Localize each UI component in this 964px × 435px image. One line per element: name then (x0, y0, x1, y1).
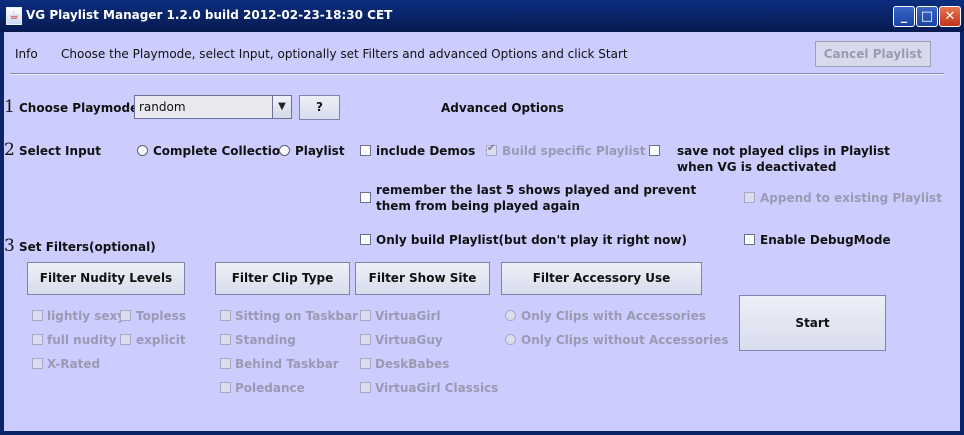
app-window: ☕ VG Playlist Manager 1.2.0 build 2012-0… (0, 0, 964, 435)
filter-show-site-button[interactable]: Filter Show Site (355, 262, 490, 295)
nudity-x-rated-checkbox[interactable] (32, 358, 43, 369)
info-text: Choose the Playmode, select Input, optio… (61, 47, 628, 61)
radio-complete-collection-label: Complete Collection (153, 144, 289, 158)
step-2-number: 2 (4, 140, 15, 160)
window-title: VG Playlist Manager 1.2.0 build 2012-02-… (26, 8, 393, 22)
accessory-with-label: Only Clips with Accessories (521, 309, 706, 323)
maximize-button[interactable]: □ (916, 6, 938, 27)
accessory-without-radio[interactable] (505, 334, 516, 345)
java-app-icon: ☕ (6, 7, 22, 25)
build-specific-playlist-checkbox[interactable] (486, 143, 497, 156)
nudity-topless-label: Topless (136, 309, 186, 323)
advanced-options-label: Advanced Options (441, 101, 564, 115)
info-label: Info (15, 47, 38, 61)
radio-playlist[interactable] (279, 145, 290, 156)
chevron-down-icon[interactable]: ▼ (272, 96, 291, 118)
save-not-played-checkbox[interactable] (649, 145, 660, 156)
enable-debug-label: Enable DebugMode (760, 233, 891, 247)
nudity-lightly-sexy-label: lightly sexy (47, 309, 126, 323)
show-site-virtuagirl-label: VirtuaGirl (375, 309, 441, 323)
remember-last-shows-checkbox[interactable] (360, 192, 371, 203)
step-1-number: 1 (4, 97, 15, 117)
step-3-number: 3 (4, 236, 15, 256)
main-panel: Info Choose the Playmode, select Input, … (4, 32, 960, 431)
append-existing-label: Append to existing Playlist (760, 191, 942, 205)
clip-type-standing-label: Standing (235, 333, 296, 347)
select-input-label: Select Input (19, 144, 101, 158)
show-site-virtuagirl-checkbox[interactable] (360, 310, 371, 321)
accessory-with-radio[interactable] (505, 310, 516, 321)
remember-last-shows-label-line2: them from being played again (376, 199, 580, 213)
nudity-explicit-checkbox[interactable] (120, 334, 131, 345)
radio-complete-collection[interactable] (137, 145, 148, 156)
save-not-played-label-line2: when VG is deactivated (677, 160, 837, 174)
save-not-played-label-line1: save not played clips in Playlist (677, 144, 890, 158)
filter-nudity-levels-button[interactable]: Filter Nudity Levels (27, 262, 185, 295)
show-site-virtuagirl-classics-label: VirtuaGirl Classics (375, 381, 499, 395)
show-site-virtuaguy-checkbox[interactable] (360, 334, 371, 345)
show-site-deskbabes-label: DeskBabes (375, 357, 450, 371)
clip-type-poledance-label: Poledance (235, 381, 305, 395)
start-button[interactable]: Start (739, 295, 886, 351)
enable-debug-checkbox[interactable] (744, 234, 755, 245)
nudity-x-rated-label: X-Rated (47, 357, 101, 371)
remember-last-shows-label-line1: remember the last 5 shows played and pre… (376, 183, 697, 197)
accessory-without-label: Only Clips without Accessories (521, 333, 729, 347)
show-site-virtuagirl-classics-checkbox[interactable] (360, 382, 371, 393)
clip-type-poledance-checkbox[interactable] (220, 382, 231, 393)
filter-accessory-use-button[interactable]: Filter Accessory Use (501, 262, 702, 295)
only-build-playlist-checkbox[interactable] (360, 234, 371, 245)
radio-playlist-label: Playlist (295, 144, 345, 158)
clip-type-behind-taskbar-label: Behind Taskbar (235, 357, 339, 371)
playmode-value: random (139, 100, 186, 114)
playmode-help-button[interactable]: ? (299, 95, 340, 120)
show-site-virtuaguy-label: VirtuaGuy (375, 333, 443, 347)
clip-type-behind-taskbar-checkbox[interactable] (220, 358, 231, 369)
nudity-topless-checkbox[interactable] (120, 310, 131, 321)
filter-clip-type-button[interactable]: Filter Clip Type (215, 262, 350, 295)
clip-type-standing-checkbox[interactable] (220, 334, 231, 345)
nudity-full-nudity-checkbox[interactable] (32, 334, 43, 345)
nudity-full-nudity-label: full nudity (47, 333, 117, 347)
separator (10, 73, 944, 75)
only-build-playlist-label: Only build Playlist(but don't play it ri… (376, 233, 687, 247)
include-demos-label: include Demos (376, 144, 476, 158)
title-bar[interactable]: ☕ VG Playlist Manager 1.2.0 build 2012-0… (0, 0, 964, 32)
playmode-select[interactable]: random ▼ (134, 95, 292, 119)
nudity-explicit-label: explicit (136, 333, 186, 347)
clip-type-sitting-checkbox[interactable] (220, 310, 231, 321)
choose-playmode-label: Choose Playmode (19, 101, 139, 115)
build-specific-playlist-label: Build specific Playlist (502, 144, 646, 158)
minimize-button[interactable]: _ (893, 6, 915, 27)
nudity-lightly-sexy-checkbox[interactable] (32, 310, 43, 321)
set-filters-label: Set Filters(optional) (19, 240, 156, 254)
include-demos-checkbox[interactable] (360, 145, 371, 156)
show-site-deskbabes-checkbox[interactable] (360, 358, 371, 369)
clip-type-sitting-label: Sitting on Taskbar (235, 309, 359, 323)
append-existing-checkbox[interactable] (744, 192, 755, 203)
cancel-playlist-button[interactable]: Cancel Playlist (815, 41, 931, 67)
close-button[interactable]: ✕ (939, 6, 961, 27)
